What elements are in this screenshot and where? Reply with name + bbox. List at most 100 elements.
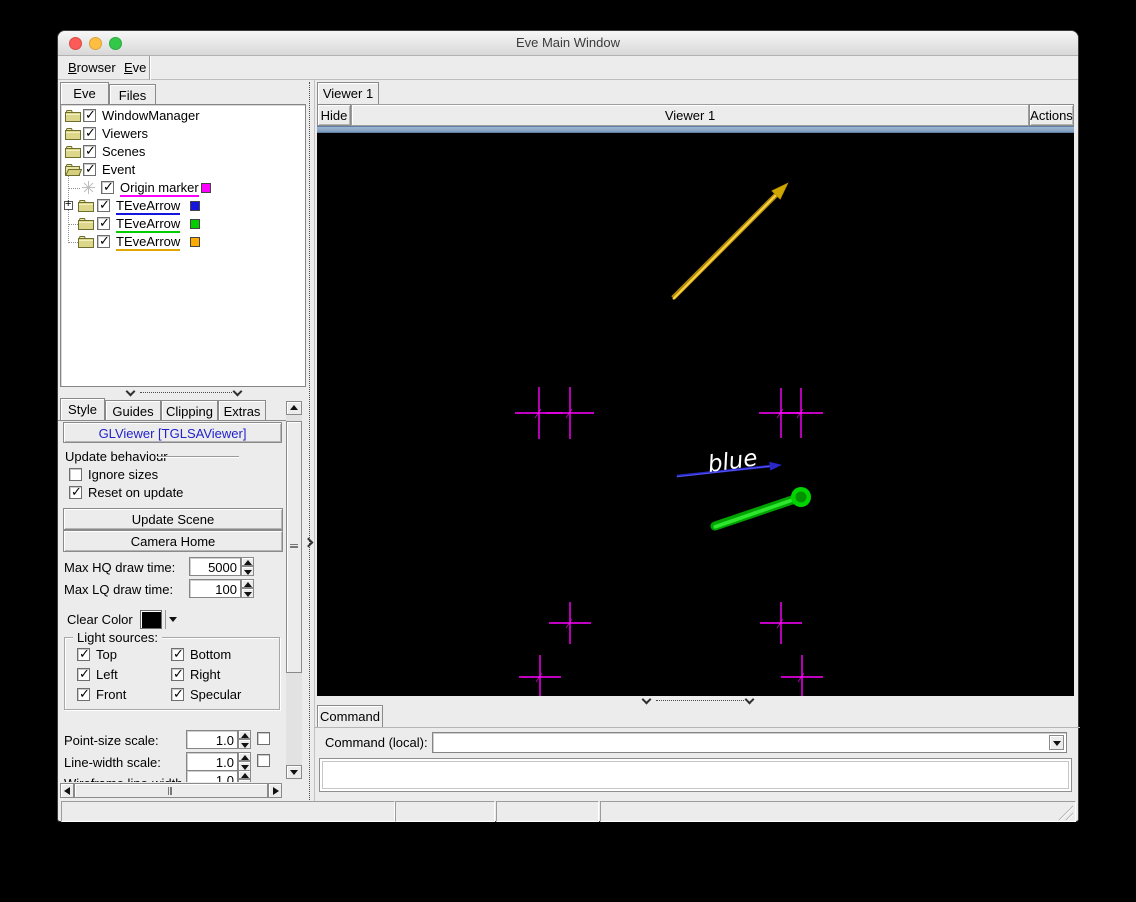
camera-home-button[interactable]: Camera Home [63,530,283,552]
tree-item-tevearrow-blue[interactable]: TEveArrow [61,197,305,215]
tree-item-label[interactable]: TEveArrow [116,198,181,215]
step-down-icon[interactable] [238,779,251,782]
update-scene-button[interactable]: Update Scene [63,508,283,530]
ignore-sizes-checkbox[interactable] [69,468,82,481]
tree-checkbox[interactable] [83,125,96,141]
tree-checkbox[interactable] [97,197,110,213]
tree-item-event[interactable]: Event [61,161,305,179]
tree-item-label[interactable]: WindowManager [102,108,200,125]
tree-checkbox[interactable] [83,107,96,123]
glviewer-button[interactable]: GLViewer [TGLSAViewer] [63,422,282,443]
wireframe-input[interactable]: 1.0 [186,770,238,782]
clear-color-dropdown[interactable] [165,610,180,629]
folder-icon [78,235,94,251]
collapse-up-icon[interactable] [744,694,755,705]
command-output-text [322,761,1069,789]
step-down-icon[interactable] [241,588,254,598]
collapse-up-icon[interactable] [641,694,652,705]
point-size-stepper[interactable] [238,730,251,749]
scrollbar-thumb[interactable] [286,421,302,673]
light-top-checkbox[interactable] [77,646,90,662]
tree-item-label[interactable]: TEveArrow [116,216,181,233]
gl-viewport[interactable]: blue [317,133,1074,696]
menu-browser[interactable]: Browser [64,59,120,77]
step-up-icon[interactable] [241,557,254,566]
wireframe-stepper[interactable] [238,770,251,782]
tree-checkbox[interactable] [97,233,110,249]
tree-item-label[interactable]: TEveArrow [116,234,181,251]
step-up-icon[interactable] [241,579,254,588]
editor-horizontal-scrollbar[interactable] [60,783,282,798]
command-input[interactable] [432,732,1067,753]
step-up-icon[interactable] [238,752,251,761]
light-right-checkbox[interactable] [171,666,184,682]
title-bar[interactable]: Eve Main Window [58,31,1078,56]
tree-item-origin-marker[interactable]: Origin marker [61,179,305,197]
tab-command[interactable]: Command [317,705,383,727]
open-folder-icon [65,163,83,179]
collapse-left-icon[interactable] [303,537,314,548]
panel-splitter[interactable] [303,82,314,802]
scroll-left-icon[interactable] [60,783,74,798]
tree-checkbox[interactable] [97,215,110,231]
status-bar-cell [600,801,1076,822]
combo-dropdown-icon[interactable] [1049,735,1064,750]
tab-clipping[interactable]: Clipping [161,400,218,421]
tab-files[interactable]: Files [109,84,156,104]
line-width-stepper[interactable] [238,752,251,771]
tree-item-label[interactable]: Scenes [102,144,145,161]
step-down-icon[interactable] [241,566,254,576]
hide-button[interactable]: Hide [317,104,351,126]
actions-button[interactable]: Actions [1029,104,1074,126]
tree-item-label[interactable]: Event [102,162,135,179]
step-up-icon[interactable] [238,730,251,739]
tree-item-tevearrow-green[interactable]: TEveArrow [61,215,305,233]
light-front-checkbox[interactable] [77,686,90,702]
line-width-checkbox[interactable] [257,754,270,767]
light-specular-checkbox[interactable] [171,686,184,702]
light-left-checkbox[interactable] [77,666,90,682]
step-down-icon[interactable] [238,739,251,749]
tree-editor-splitter[interactable] [58,386,306,398]
clear-color-swatch[interactable] [140,610,162,629]
tree-item-label[interactable]: Origin marker [120,180,199,197]
viewer-title-bar[interactable]: Viewer 1 [351,104,1029,126]
viewer-command-splitter[interactable] [314,694,1080,705]
step-up-icon[interactable] [238,770,251,779]
command-output[interactable] [319,758,1072,792]
collapse-up-icon[interactable] [232,386,243,397]
tree-item-windowmanager[interactable]: WindowManager [61,107,305,125]
tab-eve[interactable]: Eve [60,82,109,104]
tab-extras[interactable]: Extras [218,400,266,421]
point-size-input[interactable]: 1.0 [186,730,238,749]
tree-item-viewers[interactable]: Viewers [61,125,305,143]
editor-vertical-scrollbar[interactable] [286,401,302,779]
max-hq-stepper[interactable] [241,557,254,576]
expand-icon[interactable] [64,198,73,210]
tab-guides[interactable]: Guides [105,400,161,421]
point-size-checkbox[interactable] [257,732,270,745]
max-lq-stepper[interactable] [241,579,254,598]
tree-checkbox[interactable] [101,179,114,195]
folder-icon [65,109,81,125]
tree-item-label[interactable]: Viewers [102,126,148,143]
scrollbar-thumb[interactable] [74,783,268,798]
scroll-right-icon[interactable] [268,783,282,798]
scene-tree: WindowManager Viewers Scenes Event Origi… [60,104,306,387]
max-lq-input[interactable]: 100 [189,579,241,598]
max-hq-input[interactable]: 5000 [189,557,241,576]
collapse-up-icon[interactable] [125,386,136,397]
tab-viewer-1[interactable]: Viewer 1 [317,82,379,104]
line-width-input[interactable]: 1.0 [186,752,238,771]
scroll-down-icon[interactable] [286,765,302,779]
tree-checkbox[interactable] [83,161,96,177]
tree-item-tevearrow-yellow[interactable]: TEveArrow [61,233,305,251]
reset-on-update-checkbox[interactable] [69,484,82,500]
tree-item-scenes[interactable]: Scenes [61,143,305,161]
tree-checkbox[interactable] [83,143,96,159]
scroll-up-icon[interactable] [286,401,302,415]
menu-eve[interactable]: Eve [120,59,150,77]
tab-style[interactable]: Style [60,398,105,421]
gl-viewer-editor: GLViewer [TGLSAViewer] Update behaviour … [60,421,286,782]
light-bottom-checkbox[interactable] [171,646,184,662]
